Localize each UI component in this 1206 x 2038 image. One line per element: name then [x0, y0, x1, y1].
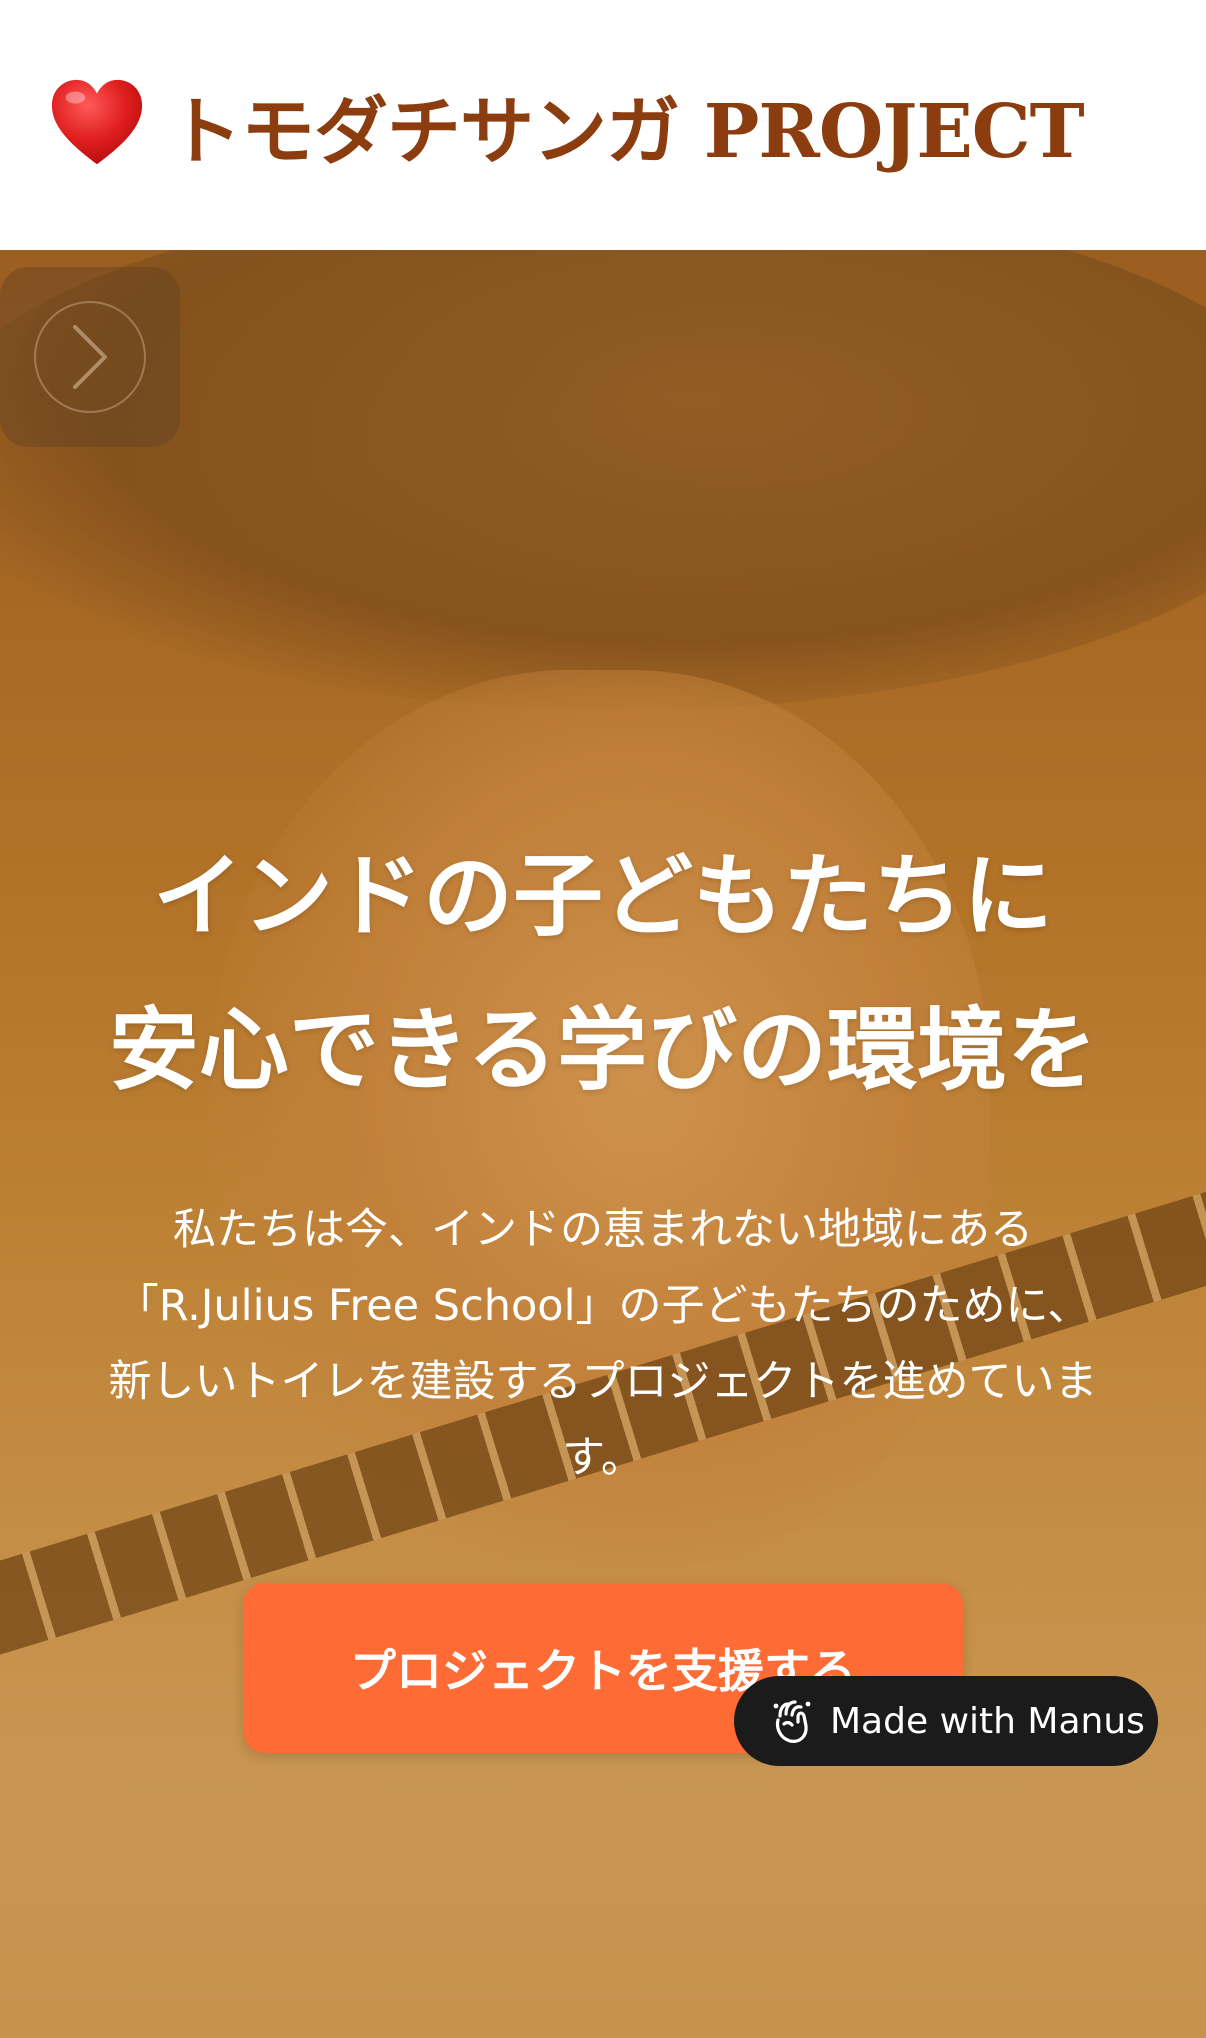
hero-description-line-3: 新しいトイレを建設するプロジェクトを進めていま — [108, 1357, 1098, 1407]
made-with-manus-label: Made with Manus — [830, 1700, 1145, 1742]
hero-description-line-4: す。 — [562, 1433, 644, 1483]
hero-description: 私たちは今、インドの恵まれない地域にある 「R.Julius Free Scho… — [40, 1192, 1166, 1496]
hero-headline: インドの子どもたちに 安心できる学びの環境を — [0, 820, 1206, 1128]
heart-icon — [51, 79, 143, 165]
made-with-manus-badge[interactable]: Made with Manus — [734, 1676, 1158, 1766]
hero-overlay — [0, 250, 1206, 2038]
hero-section: インドの子どもたちに 安心できる学びの環境を 私たちは今、インドの恵まれない地域… — [0, 250, 1206, 2038]
hero-description-line-2: 「R.Julius Free School」の子どもたちのために、 — [115, 1281, 1091, 1331]
site-header: トモダチサンガ PROJECT — [0, 0, 1206, 250]
manus-hand-icon — [773, 1700, 811, 1743]
slider-next-ring — [34, 301, 146, 413]
hero-description-line-1: 私たちは今、インドの恵まれない地域にある — [173, 1205, 1033, 1255]
hero-headline-line-1: インドの子どもたちに — [153, 844, 1053, 949]
site-title[interactable]: トモダチサンガ PROJECT — [168, 72, 1085, 179]
slider-next-button[interactable] — [0, 267, 180, 447]
chevron-right-icon — [73, 325, 107, 389]
page: トモダチサンガ PROJECT インドの子どもたちに 安心できる学びの環境を 私… — [0, 0, 1206, 2038]
hero-headline-line-2: 安心できる学びの環境を — [108, 998, 1098, 1103]
